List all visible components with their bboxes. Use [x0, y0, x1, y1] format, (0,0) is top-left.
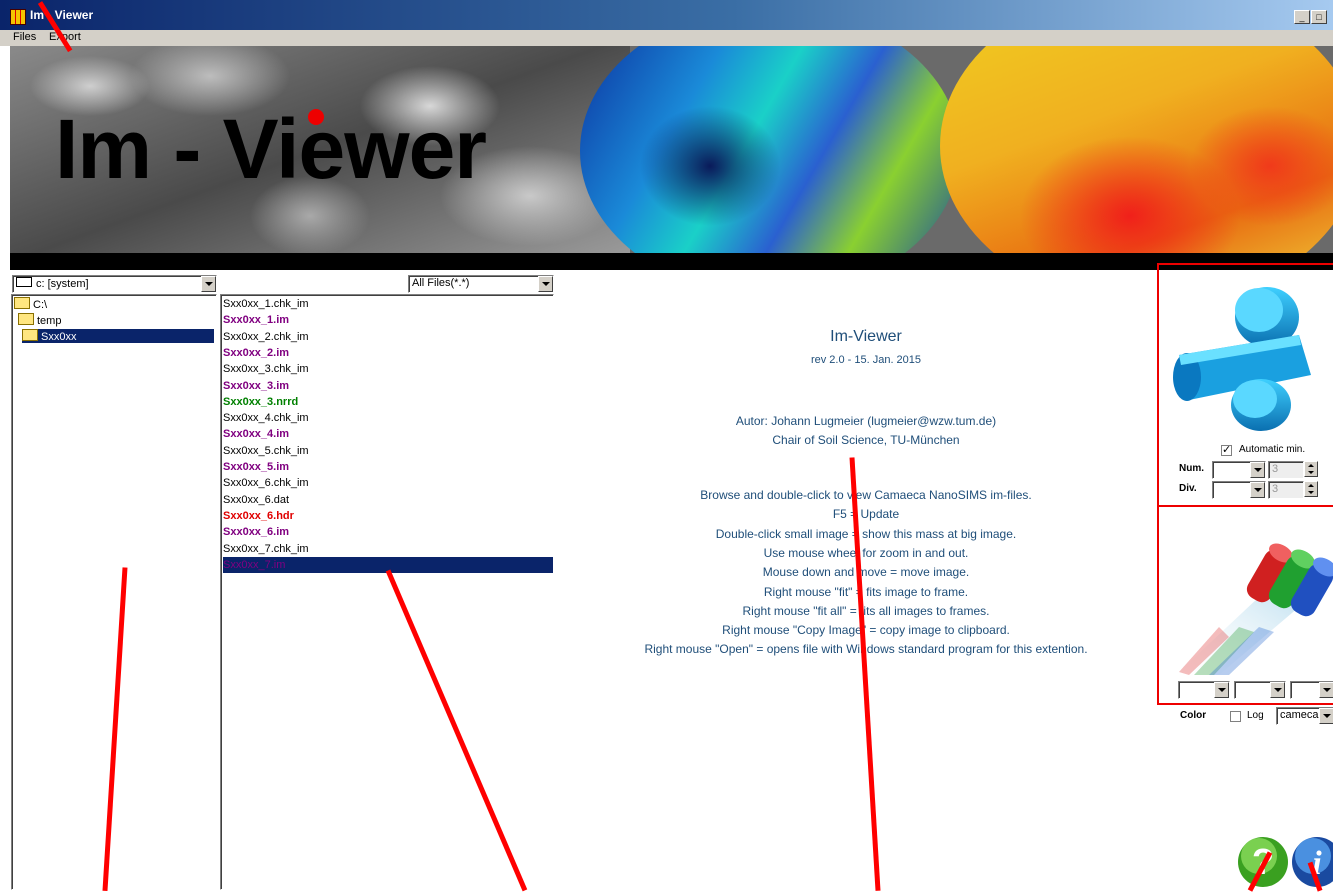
crayons-icon[interactable] [1159, 507, 1333, 677]
file-list-item[interactable]: Sxx0xx_4.chk_im [223, 410, 553, 426]
color-select-1[interactable] [1178, 681, 1230, 699]
automatic-min-label: Automatic min. [1239, 444, 1306, 455]
div-label: Div. [1179, 483, 1197, 494]
file-list-item[interactable]: Sxx0xx_6.chk_im [223, 475, 553, 491]
automatic-min-checkbox[interactable]: ✓ [1221, 444, 1232, 456]
num-select[interactable] [1212, 461, 1266, 479]
window-title: Im - Viewer [30, 8, 94, 22]
file-list-item[interactable]: Sxx0xx_5.im [223, 459, 553, 475]
div-stepper-value: 3 [1272, 483, 1279, 495]
help-info-buttons: ? i [1238, 837, 1333, 887]
maximize-button[interactable]: □ [1311, 10, 1327, 24]
chevron-down-icon[interactable] [201, 276, 216, 292]
file-list-item[interactable]: Sxx0xx_3.nrrd [223, 394, 553, 410]
drive-select[interactable]: c: [system] [12, 275, 217, 293]
palette-select[interactable]: cameca [1276, 707, 1333, 725]
help-line: Mouse down and move = move image. [762, 565, 970, 580]
tree-item-label: Sxx0xx [41, 331, 77, 343]
revision: rev 2.0 - 15. Jan. 2015 [810, 354, 922, 366]
color-panel [1157, 505, 1333, 705]
color-select-3[interactable] [1290, 681, 1333, 699]
tree-item[interactable]: C:\ [14, 297, 47, 311]
chevron-down-icon[interactable] [1250, 482, 1265, 498]
folder-icon [22, 329, 38, 341]
help-line: Right mouse "fit all" = fits all images … [742, 603, 990, 618]
banner-divider [10, 253, 1333, 270]
tree-item[interactable]: temp [18, 313, 61, 327]
tree-item-label: C:\ [33, 299, 48, 311]
file-list-item[interactable]: Sxx0xx_5.chk_im [223, 443, 553, 459]
file-list-item[interactable]: Sxx0xx_3.im [223, 378, 553, 394]
div-spin-button[interactable] [1304, 481, 1318, 497]
file-list-item[interactable]: Sxx0xx_4.im [223, 426, 553, 442]
tree-item-label: temp [37, 315, 62, 327]
chevron-down-icon[interactable] [1250, 462, 1265, 478]
banner-image: Im - Viewer [10, 46, 1333, 253]
menu-files[interactable]: Files [13, 31, 36, 43]
tree-item[interactable]: Sxx0xx [22, 329, 214, 343]
chevron-down-icon[interactable] [538, 276, 553, 292]
app-name: Im-Viewer [830, 328, 902, 345]
chevron-down-icon[interactable] [1214, 682, 1229, 698]
chevron-down-icon[interactable] [1270, 682, 1285, 698]
red-dot [308, 109, 324, 125]
folder-icon [14, 297, 30, 309]
folder-icon [18, 313, 34, 325]
palette-select-value: cameca [1280, 709, 1319, 721]
author: Autor: Johann Lugmeier (lugmeier@wzw.tum… [735, 414, 997, 428]
num-label: Num. [1179, 463, 1204, 474]
log-checkbox[interactable] [1230, 711, 1241, 722]
num-stepper[interactable]: 3 [1268, 461, 1304, 479]
file-list-item[interactable]: Sxx0xx_2.im [223, 345, 553, 361]
help-line: Double-click small image = show this mas… [715, 526, 1017, 541]
drive-select-value: c: [system] [36, 278, 89, 290]
chevron-down-icon[interactable] [1319, 682, 1333, 698]
divide-icon[interactable] [1159, 265, 1333, 440]
menu-bar: Files Export [0, 30, 1333, 46]
minimize-button[interactable]: _ [1294, 10, 1310, 24]
title-bar[interactable]: Im - Viewer _ □ [0, 0, 1333, 30]
help-line: Use mouse wheel for zoom in and out. [763, 545, 969, 560]
ratio-panel: ✓ Automatic min. Num. 3 Div. 3 [1157, 263, 1333, 507]
red-mass-image [940, 46, 1333, 253]
drive-icon [16, 277, 32, 287]
help-line: F5 = Update [832, 507, 900, 522]
app-icon [10, 9, 26, 25]
num-stepper-value: 3 [1272, 463, 1279, 475]
check-mark-icon: ✓ [1222, 444, 1232, 456]
chevron-down-icon[interactable] [1319, 708, 1333, 724]
file-list-item[interactable]: Sxx0xx_2.chk_im [223, 329, 553, 345]
div-select[interactable] [1212, 481, 1266, 499]
file-list[interactable]: Sxx0xx_1.chk_im Sxx0xx_1.im Sxx0xx_2.chk_i… [220, 294, 554, 890]
file-list-item[interactable]: Sxx0xx_6.hdr [223, 508, 553, 524]
num-spin-button[interactable] [1304, 461, 1318, 477]
file-list-item[interactable]: Sxx0xx_6.dat [223, 492, 553, 508]
file-list-item[interactable]: Sxx0xx_1.chk_im [223, 296, 553, 312]
file-list-item[interactable]: Sxx0xx_3.chk_im [223, 361, 553, 377]
color-label: Color [1180, 710, 1207, 721]
blue-mass-image [580, 46, 960, 253]
file-list-item[interactable]: Sxx0xx_7.chk_im [223, 541, 553, 557]
help-line: Right mouse "fit" = fits image to frame. [763, 584, 969, 599]
color-select-2[interactable] [1234, 681, 1286, 699]
annotation-line [849, 457, 881, 891]
file-list-item[interactable]: Sxx0xx_1.im [223, 312, 553, 328]
filter-select[interactable]: All Files(*.*) [408, 275, 554, 293]
file-list-item[interactable]: Sxx0xx_6.im [223, 524, 553, 540]
banner-title: Im - Viewer [55, 102, 487, 196]
help-line: Browse and double-click to view Camaeca … [700, 488, 1032, 502]
help-line: Right mouse "Copy Image" = copy image to… [722, 623, 1010, 638]
affiliation: Chair of Soil Science, TU-München [772, 433, 960, 447]
log-label: Log [1247, 710, 1264, 721]
div-stepper[interactable]: 3 [1268, 481, 1304, 499]
directory-tree[interactable]: C:\ temp Sxx0xx [11, 294, 217, 890]
filter-select-value: All Files(*.*) [412, 277, 470, 289]
